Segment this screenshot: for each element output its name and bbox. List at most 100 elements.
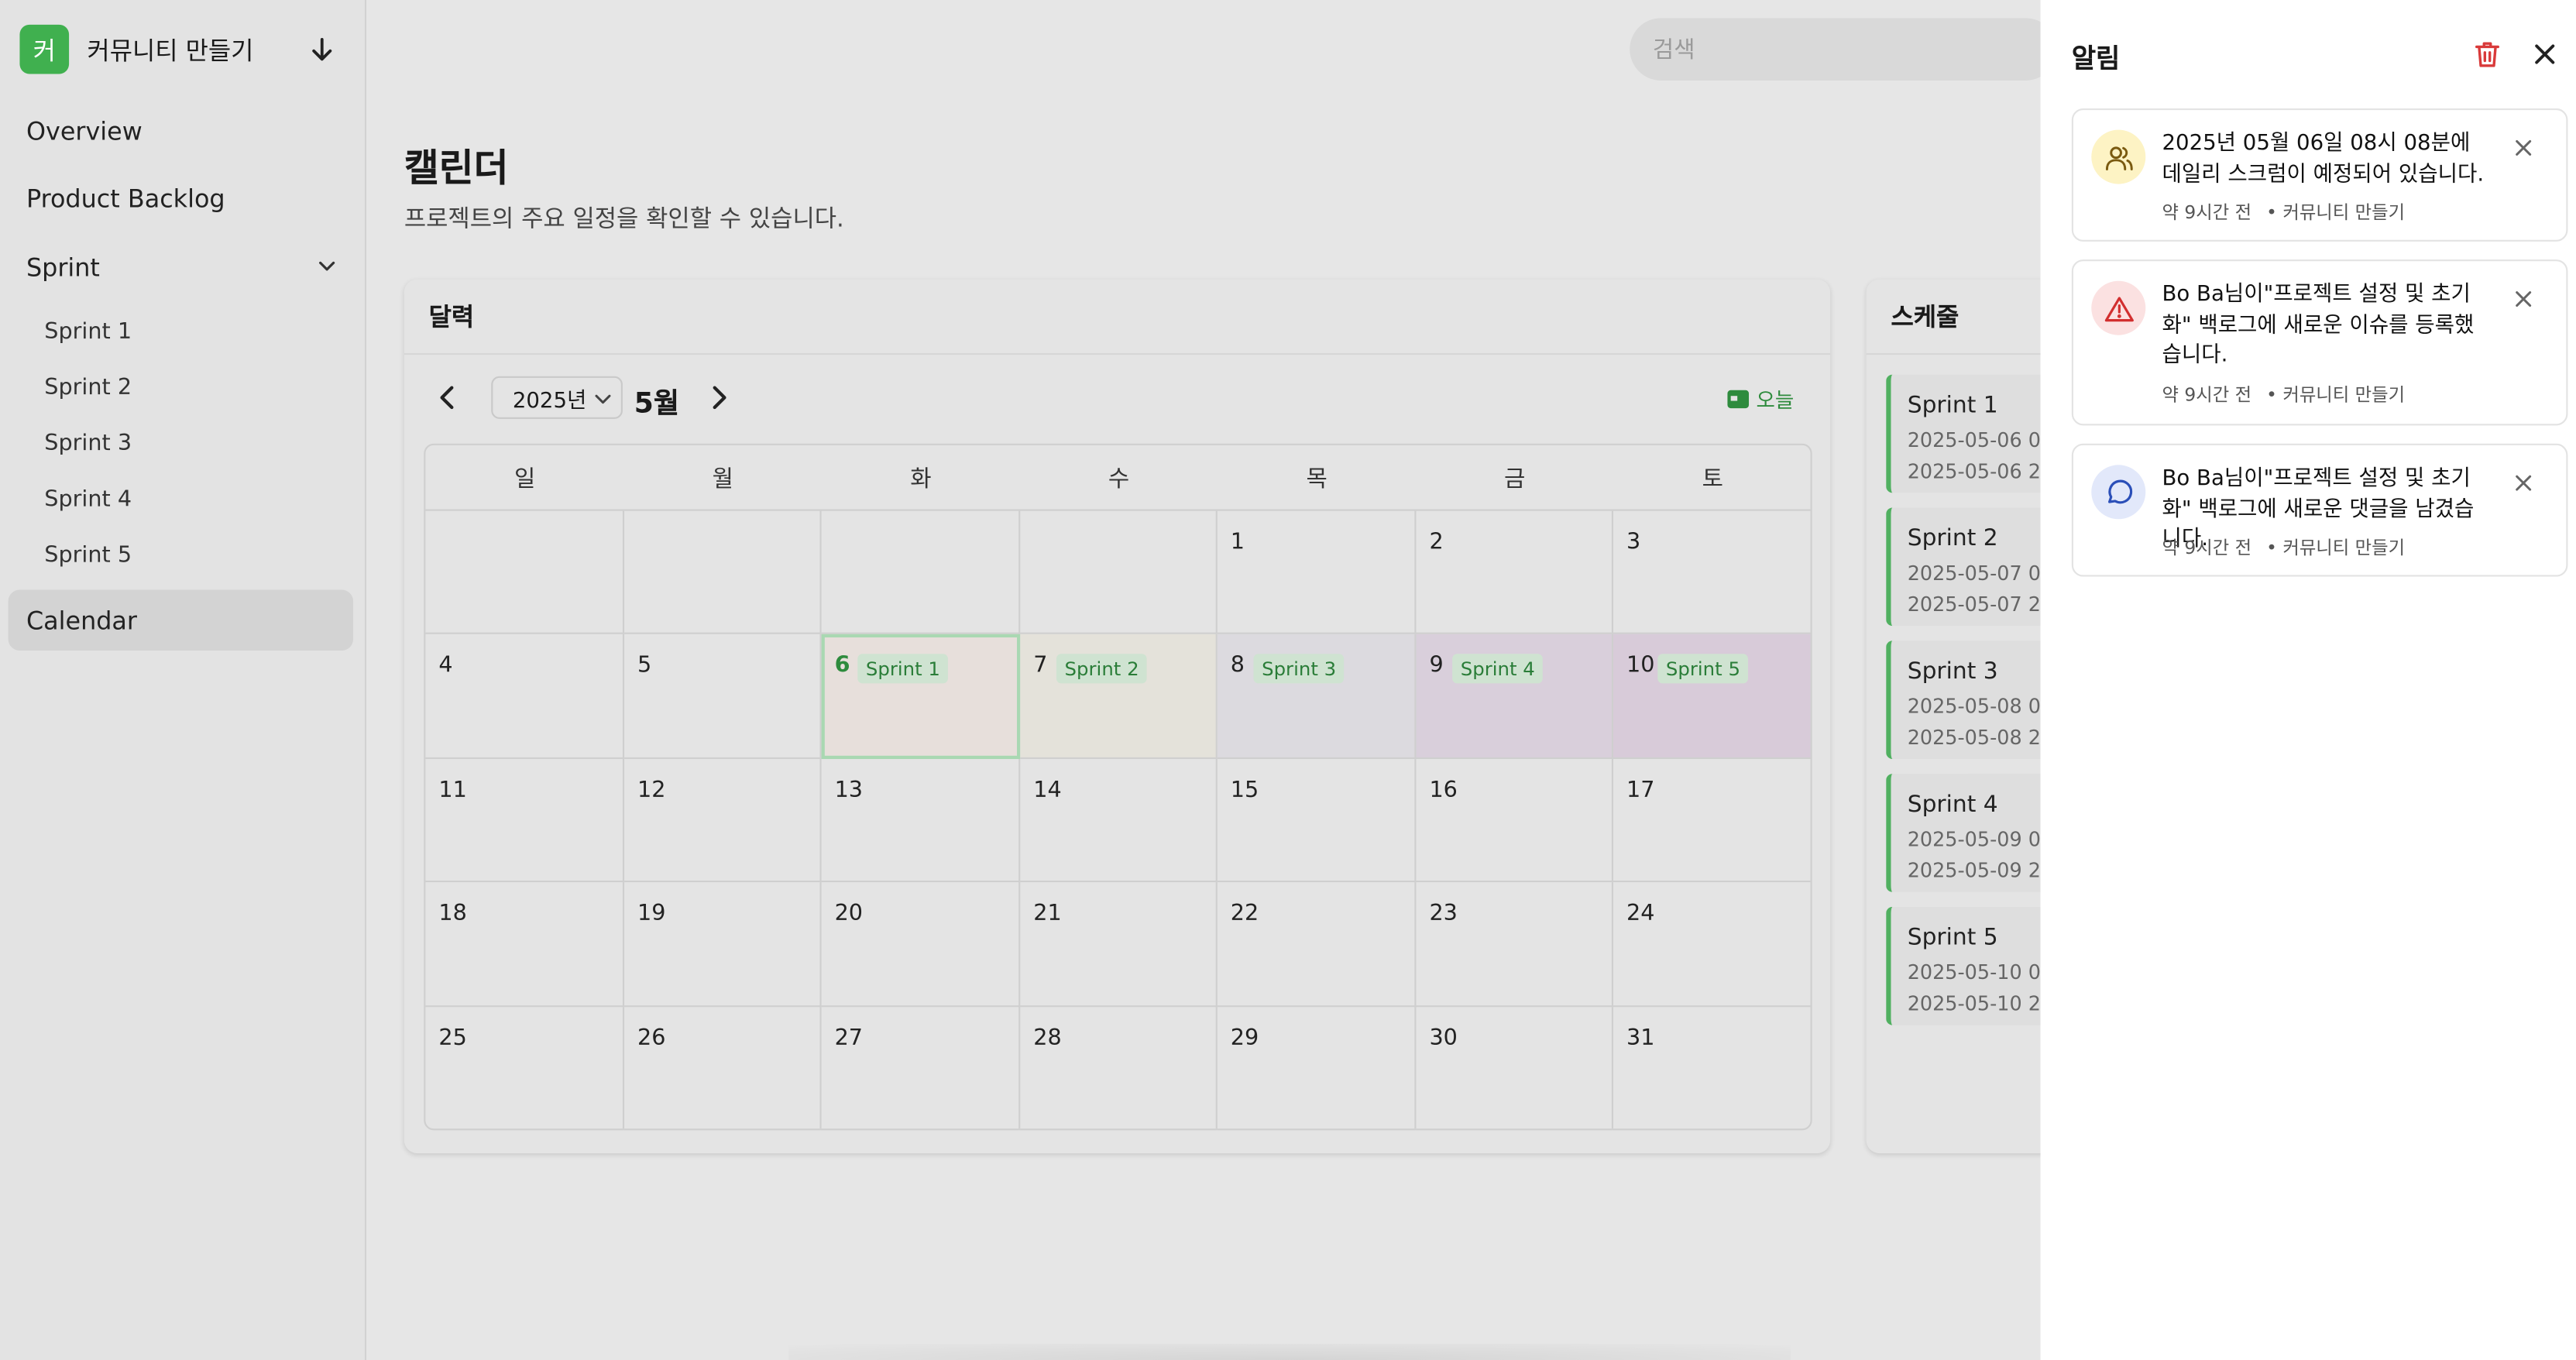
calendar-day[interactable]: 20	[821, 882, 1021, 1007]
calendar-day[interactable]: 25	[425, 1006, 625, 1129]
day-number: 20	[834, 900, 864, 927]
dismiss-icon[interactable]	[2516, 290, 2532, 307]
calendar-day[interactable]: 23	[1416, 882, 1614, 1007]
sidebar-subitem-sprint-3[interactable]: Sprint 3	[44, 431, 132, 457]
day-number: 25	[438, 1024, 467, 1051]
meta-separator: •	[2266, 537, 2277, 559]
calendar-day[interactable]: 9 Sprint 4	[1416, 634, 1614, 759]
sidebar-subitem-sprint-5[interactable]: Sprint 5	[44, 542, 132, 568]
calendar-day[interactable]: 13	[821, 758, 1021, 883]
calendar-day[interactable]: 29	[1218, 1006, 1417, 1129]
team-name: 커뮤니티 만들기	[87, 35, 254, 65]
calendar-day[interactable]: 14	[1020, 758, 1218, 883]
close-icon[interactable]	[2532, 41, 2558, 67]
sidebar-item-label: Calendar	[26, 605, 138, 635]
calendar-day[interactable]: 27	[822, 1006, 1021, 1129]
schedule-item-start: 2025-05-10 00	[1907, 960, 2054, 984]
page-title: 캘린더	[404, 147, 509, 191]
sidebar-item-label: Product Backlog	[26, 183, 225, 213]
calendar-day[interactable]: 10 Sprint 5	[1613, 634, 1811, 759]
sidebar-subitem-sprint-1[interactable]: Sprint 1	[44, 319, 132, 345]
notification-time: 약 9시간 전	[2162, 201, 2252, 224]
calendar-day[interactable]: 19	[624, 882, 822, 1007]
arrow-down-icon[interactable]	[309, 35, 335, 64]
calendar-grid: 일 월 화 수 목 금 토 1 2 3 4 5 6 Sprint 1 7 Sprint 2 8 Sp…	[424, 443, 1812, 1131]
calendar-day[interactable]: 21	[1020, 882, 1218, 1007]
sidebar-item-product-backlog[interactable]: Product Backlog	[9, 167, 353, 228]
calendar-day[interactable]: 4	[425, 634, 625, 759]
schedule-item-name: Sprint 2	[1907, 525, 1998, 552]
calendar-day[interactable]: 8 Sprint 3	[1217, 634, 1417, 759]
calendar-day[interactable]: 5	[624, 634, 822, 759]
day-number: 22	[1230, 900, 1259, 927]
notification-panel-title: 알림	[2071, 43, 2121, 74]
calendar-event-chip[interactable]: Sprint 1	[857, 654, 949, 685]
schedule-item-start: 2025-05-09 00	[1907, 828, 2054, 851]
calendar-day[interactable]: 26	[624, 1006, 822, 1129]
day-number: 24	[1626, 900, 1655, 927]
weekday-label: 금	[1504, 466, 1526, 493]
search-input[interactable]: 검색	[1630, 18, 2057, 81]
notification-item[interactable]: 2025년 05월 06일 08시 08분에 데일리 스크럼이 예정되어 있습니…	[2071, 108, 2568, 242]
day-number: 6	[834, 652, 850, 679]
calendar-event-chip[interactable]: Sprint 2	[1056, 654, 1148, 685]
calendar-day[interactable]: 22	[1217, 882, 1417, 1007]
notification-project: 커뮤니티 만들기	[2282, 537, 2406, 559]
calendar-day[interactable]: 3	[1613, 511, 1811, 635]
calendar-day[interactable]: 17	[1613, 759, 1811, 883]
next-month-icon[interactable]	[706, 384, 730, 410]
calendar-day[interactable]: 11	[425, 758, 625, 883]
calendar-day[interactable]: 30	[1416, 1006, 1614, 1129]
day-number: 29	[1230, 1024, 1259, 1051]
sidebar-item-calendar[interactable]: Calendar	[8, 589, 354, 651]
notification-meta: 약 9시간 전 • 커뮤니티 만들기	[2162, 199, 2405, 225]
sidebar-item-sprint[interactable]: Sprint	[9, 236, 353, 297]
day-number: 4	[438, 652, 453, 679]
schedule-item-end: 2025-05-07 23	[1907, 592, 2054, 616]
calendar-day[interactable]: 6 Sprint 1	[821, 634, 1021, 759]
schedule-item-name: Sprint 3	[1907, 658, 1998, 685]
calendar-empty-day	[1020, 510, 1218, 635]
day-number: 15	[1230, 776, 1259, 803]
trash-icon[interactable]	[2472, 39, 2502, 69]
schedule-item-name: Sprint 4	[1907, 792, 1998, 819]
calendar-day[interactable]: 2	[1416, 510, 1614, 635]
sidebar-subitem-sprint-4[interactable]: Sprint 4	[44, 486, 132, 513]
calendar-day[interactable]: 15	[1217, 758, 1417, 883]
notification-time: 약 9시간 전	[2162, 384, 2252, 406]
day-number: 21	[1033, 900, 1062, 927]
team-switcher[interactable]: 커 커뮤니티 만들기	[19, 24, 348, 74]
notification-item[interactable]: Bo Ba님이"프로젝트 설정 및 초기화" 백로그에 새로운 이슈를 등록했습…	[2071, 259, 2568, 426]
calendar-event-chip[interactable]: Sprint 4	[1452, 654, 1544, 685]
calendar-day[interactable]: 18	[425, 882, 625, 1007]
year-select[interactable]: 2025년	[491, 376, 623, 419]
sidebar-item-overview[interactable]: Overview	[9, 100, 353, 160]
calendar-day[interactable]: 1	[1217, 510, 1417, 635]
day-number: 18	[438, 900, 467, 927]
calendar-day[interactable]: 28	[1020, 1006, 1218, 1129]
calendar-day[interactable]: 24	[1613, 882, 1811, 1007]
schedule-item-end: 2025-05-08 23	[1907, 726, 2054, 750]
notification-project: 커뮤니티 만들기	[2282, 384, 2406, 406]
sidebar-subitem-sprint-2[interactable]: Sprint 2	[44, 375, 132, 401]
dismiss-icon[interactable]	[2516, 139, 2532, 156]
notification-message: Bo Ba님이"프로젝트 설정 및 초기화" 백로그에 새로운 이슈를 등록했습…	[2162, 282, 2475, 369]
meta-separator: •	[2266, 384, 2277, 406]
today-button[interactable]: 오늘	[1726, 383, 1794, 414]
dismiss-icon[interactable]	[2516, 475, 2532, 491]
prev-month-icon[interactable]	[437, 384, 460, 410]
notification-panel: 알림 2025년 05월 06일 08시 08분에 데일리 스크럼이 예정되어 …	[2040, 0, 2576, 1360]
calendar-empty-day	[425, 510, 625, 635]
notification-message: 2025년 05월 06일 08시 08분에 데일리 스크럼이 예정되어 있습니…	[2162, 131, 2485, 187]
calendar-day[interactable]: 16	[1416, 758, 1614, 883]
notification-item[interactable]: Bo Ba님이"프로젝트 설정 및 초기화" 백로그에 새로운 댓글을 남겼습니…	[2071, 443, 2568, 577]
calendar-day[interactable]: 12	[624, 758, 822, 883]
calendar-event-chip[interactable]: Sprint 5	[1657, 654, 1749, 685]
weekday-label: 목	[1306, 466, 1327, 493]
meta-separator: •	[2266, 201, 2277, 224]
calendar-day[interactable]: 31	[1613, 1006, 1811, 1128]
day-number: 2	[1429, 529, 1444, 555]
calendar-event-chip[interactable]: Sprint 3	[1253, 654, 1345, 685]
calendar-day[interactable]: 7 Sprint 2	[1020, 634, 1218, 759]
schedule-item-end: 2025-05-09 23	[1907, 859, 2054, 883]
